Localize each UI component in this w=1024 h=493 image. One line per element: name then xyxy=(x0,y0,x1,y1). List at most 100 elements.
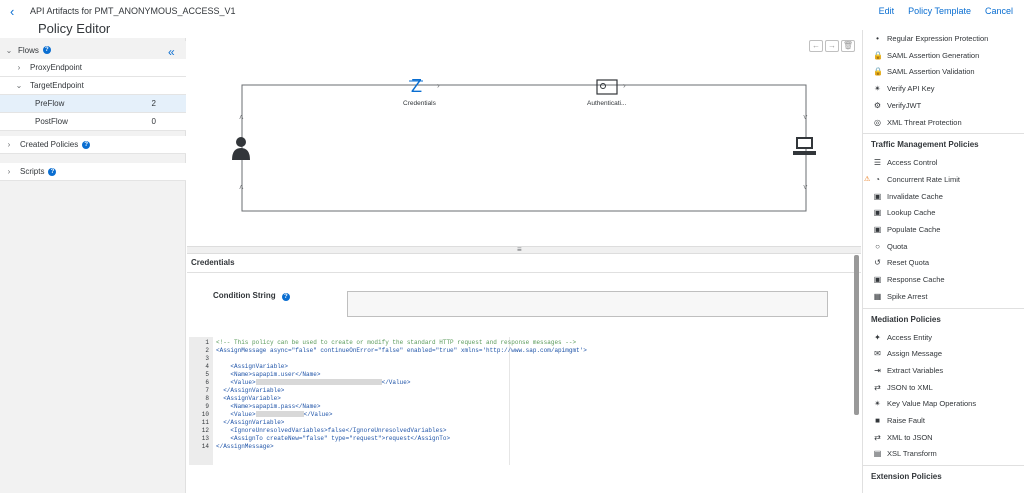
code-line: 12 <IgnoreUnresolvedVariables>false</Ign… xyxy=(189,427,845,435)
entity-icon: ✦ xyxy=(874,332,881,342)
policy-item[interactable]: ◎ XML Threat Protection xyxy=(863,115,1024,130)
line-number: 6 xyxy=(205,379,209,386)
breadcrumb[interactable]: API Artifacts for PMT_ANONYMOUS_ACCESS_V… xyxy=(30,6,236,16)
policy-item[interactable]: ↺ Reset Quota xyxy=(863,255,1024,270)
pane-splitter[interactable]: ≡ xyxy=(187,245,861,254)
help-icon[interactable]: ? xyxy=(82,140,91,149)
back-chevron-icon[interactable]: ‹ xyxy=(10,4,14,19)
warning-icon: ⚠ xyxy=(864,176,871,184)
quota-icon: ○ xyxy=(875,241,880,251)
policy-item[interactable]: • Regular Expression Protection xyxy=(863,31,1024,46)
policy-item[interactable]: ▤ XSL Transform xyxy=(863,446,1024,461)
policy-item[interactable]: ■ Raise Fault xyxy=(863,413,1024,428)
policy-label: XML to JSON xyxy=(887,432,933,442)
code-text: <IgnoreUnresolvedVariables>false</Ignore… xyxy=(216,427,447,434)
cancel-button[interactable]: Cancel xyxy=(985,6,1013,16)
credentials-step-label[interactable]: Credentials xyxy=(403,100,436,107)
flow-arrow-down-icon: ˅ xyxy=(803,183,808,192)
condition-string-input[interactable] xyxy=(347,291,828,317)
redacted-value xyxy=(255,379,382,386)
policy-item[interactable]: ⇄ XML to JSON xyxy=(863,430,1024,445)
extract-icon: ⇥ xyxy=(874,365,881,375)
policy-template-button[interactable]: Policy Template xyxy=(908,6,971,16)
sidebar-item-preflow[interactable]: PreFlow 2 xyxy=(0,95,186,113)
client-icon xyxy=(232,137,250,160)
authentication-step-label[interactable]: Authenticati... xyxy=(587,100,626,107)
gauge-icon: ◔ xyxy=(875,174,880,184)
help-icon[interactable]: ? xyxy=(48,167,57,176)
chevron-down-icon: ⌄ xyxy=(15,81,23,90)
code-editor[interactable]: 1 <!-- This policy can be used to create … xyxy=(189,337,845,465)
policy-item[interactable]: ☰ Access Control xyxy=(863,155,1024,170)
page-title: Policy Editor xyxy=(38,21,111,36)
doc-icon: ▤ xyxy=(873,449,882,459)
flow-diagram: Z › › ˄ ˄ ˅ ˅ xyxy=(232,76,816,212)
policy-label: Invalidate Cache xyxy=(887,191,943,201)
cache-icon: ▣ xyxy=(873,225,882,234)
policy-item[interactable]: ▣ Invalidate Cache xyxy=(863,189,1024,204)
created-policies-label: Created Policies xyxy=(20,140,79,149)
edit-button[interactable]: Edit xyxy=(879,6,895,16)
policy-item[interactable]: ✦ Access Entity xyxy=(863,330,1024,345)
policy-item[interactable]: 🔒 SAML Assertion Generation xyxy=(863,48,1024,63)
sidebar-item-target-endpoint[interactable]: ⌄ TargetEndpoint xyxy=(0,77,186,95)
preflow-count: 2 xyxy=(151,99,156,108)
code-text: <Value> </Value> xyxy=(216,411,333,418)
line-number: 1 xyxy=(205,339,209,346)
help-icon[interactable]: ? xyxy=(281,293,290,301)
policy-item[interactable]: ▣ Populate Cache xyxy=(863,222,1024,237)
cache-icon: ▣ xyxy=(873,191,882,201)
cache-icon: ▣ xyxy=(873,275,882,285)
sidebar-item-created-policies[interactable]: › Created Policies ? xyxy=(0,136,186,154)
proxy-endpoint-label: ProxyEndpoint xyxy=(30,63,83,72)
sidebar-item-scripts[interactable]: › Scripts ? xyxy=(0,163,186,181)
regex-icon: • xyxy=(876,34,879,43)
key-icon: ✴ xyxy=(874,399,881,409)
divider xyxy=(863,307,1024,309)
policy-item[interactable]: ⇥ Extract Variables xyxy=(863,363,1024,378)
flow-arrow-up-icon: ˄ xyxy=(239,183,244,192)
value-close-tag: </Value> xyxy=(303,411,333,418)
policy-label: Assign Message xyxy=(887,349,943,359)
convert-icon: ⇄ xyxy=(874,382,881,392)
policy-item[interactable]: ⚠ ◔ Concurrent Rate Limit xyxy=(863,172,1024,187)
collapse-double-chevron-icon[interactable]: « xyxy=(168,45,175,59)
policy-label: Concurrent Rate Limit xyxy=(887,174,960,184)
code-text: <AssignTo createNew="false" type="reques… xyxy=(216,435,451,442)
help-icon[interactable]: ? xyxy=(42,46,51,54)
code-line: 7 </AssignVariable> xyxy=(189,387,845,395)
shield-icon: ◎ xyxy=(874,117,881,127)
policy-item[interactable]: ✉ Assign Message xyxy=(863,346,1024,361)
authentication-policy-icon[interactable] xyxy=(596,79,618,95)
policy-label: Populate Cache xyxy=(887,225,941,234)
policy-item[interactable]: ○ Quota xyxy=(863,239,1024,254)
code-text: </AssignMessage> xyxy=(216,443,274,450)
credentials-policy-icon[interactable]: Z xyxy=(409,76,423,96)
chevron-right-icon: › xyxy=(17,63,21,72)
policy-item[interactable]: ⇄ JSON to XML xyxy=(863,380,1024,395)
policy-label: Extract Variables xyxy=(887,365,944,375)
flow-canvas: ← → 🗑 Z › › ˄ ˄ ˅ ˅ Credentials Authenti… xyxy=(187,38,861,248)
code-line: 1 <!-- This policy can be used to create … xyxy=(189,339,845,347)
policy-item[interactable]: ▣ Response Cache xyxy=(863,272,1024,287)
line-number: 8 xyxy=(205,395,209,402)
policy-item[interactable]: 🔒 SAML Assertion Validation xyxy=(863,64,1024,79)
vertical-scrollbar[interactable] xyxy=(854,255,859,415)
drag-handle-icon[interactable]: ≡ xyxy=(517,245,522,254)
policy-item[interactable]: ▦ Spike Arrest xyxy=(863,289,1024,304)
policy-item[interactable]: ▣ Lookup Cache xyxy=(863,205,1024,220)
code-text: <AssignMessage async="false" continueOnE… xyxy=(216,347,587,354)
code-line: 3 xyxy=(189,355,845,363)
sidebar-item-proxy-endpoint[interactable]: › ProxyEndpoint xyxy=(0,59,186,77)
policy-label: Key Value Map Operations xyxy=(887,399,977,409)
flows-header[interactable]: ⌄ Flows ? « xyxy=(0,41,186,59)
policy-label: Response Cache xyxy=(887,275,945,285)
policy-category-header: Mediation Policies xyxy=(871,314,941,324)
line-number: 7 xyxy=(205,387,209,394)
policy-item[interactable]: ⚙ VerifyJWT xyxy=(863,98,1024,113)
policy-item[interactable]: ✴ Key Value Map Operations xyxy=(863,396,1024,411)
policy-label: XML Threat Protection xyxy=(887,117,962,127)
policy-item[interactable]: ✴ Verify API Key xyxy=(863,81,1024,96)
sidebar-item-postflow[interactable]: PostFlow 0 xyxy=(0,113,186,131)
code-text: <AssignVariable> xyxy=(216,395,281,402)
